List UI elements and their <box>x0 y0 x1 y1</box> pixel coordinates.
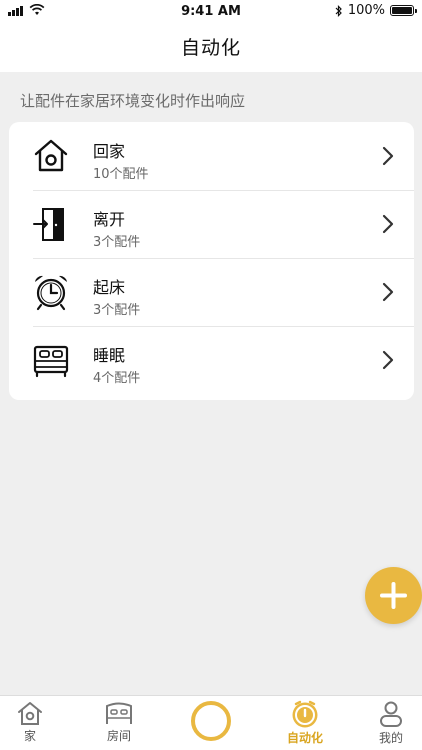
plus-icon <box>380 582 407 609</box>
chevron-right-icon <box>382 350 394 370</box>
scene-row-wakeup[interactable]: 起床 3个配件 <box>9 258 414 326</box>
bed-icon <box>33 345 69 378</box>
battery-percent: 100% <box>347 3 385 18</box>
scene-title: 起床 <box>93 278 126 297</box>
battery-icon <box>390 5 417 16</box>
home-icon <box>34 139 68 172</box>
bluetooth-icon <box>335 4 342 17</box>
alarm-clock-icon <box>35 275 67 311</box>
home-tab-icon <box>18 702 42 725</box>
navigation-bar: 自动化 <box>0 24 422 72</box>
automation-tab-icon <box>292 700 318 728</box>
page-title: 自动化 <box>180 37 241 59</box>
scene-row-home[interactable]: 回家 10个配件 <box>9 122 414 190</box>
tab-rooms[interactable]: 房间 <box>89 700 149 744</box>
chevron-right-icon <box>382 282 394 302</box>
scene-row-sleep[interactable]: 睡眠 4个配件 <box>9 326 414 394</box>
center-ring-icon[interactable] <box>191 701 231 741</box>
tab-label: 我的 <box>378 731 403 745</box>
door-exit-icon <box>33 208 64 241</box>
tab-automation[interactable]: 自动化 <box>275 700 335 746</box>
scene-title: 回家 <box>93 142 126 161</box>
section-description: 让配件在家居环境变化时作出响应 <box>20 92 246 110</box>
tab-label: 房间 <box>106 729 131 743</box>
scene-list: 回家 10个配件 离开 3个配件 起床 3个配件 睡眠 4个配件 <box>9 122 414 400</box>
scene-accessory-count: 3个配件 <box>93 235 141 250</box>
status-bar: 9:41 AM 100% <box>0 0 422 24</box>
tab-label: 自动化 <box>286 731 323 745</box>
chevron-right-icon <box>382 214 394 234</box>
add-automation-button[interactable] <box>365 567 422 624</box>
battery-fill <box>392 7 412 14</box>
scene-row-leave[interactable]: 离开 3个配件 <box>9 190 414 258</box>
room-tab-icon <box>106 702 132 724</box>
scene-title: 睡眠 <box>93 346 126 365</box>
scene-accessory-count: 4个配件 <box>93 371 141 386</box>
scene-accessory-count: 10个配件 <box>93 167 149 182</box>
scene-accessory-count: 3个配件 <box>93 303 141 318</box>
tab-home[interactable]: 家 <box>0 700 60 744</box>
tab-profile[interactable]: 我的 <box>361 700 421 746</box>
scene-title: 离开 <box>93 210 126 229</box>
chevron-right-icon <box>382 146 394 166</box>
status-right: 100% <box>335 3 417 18</box>
tab-label: 家 <box>23 729 36 743</box>
profile-tab-icon <box>380 701 402 727</box>
